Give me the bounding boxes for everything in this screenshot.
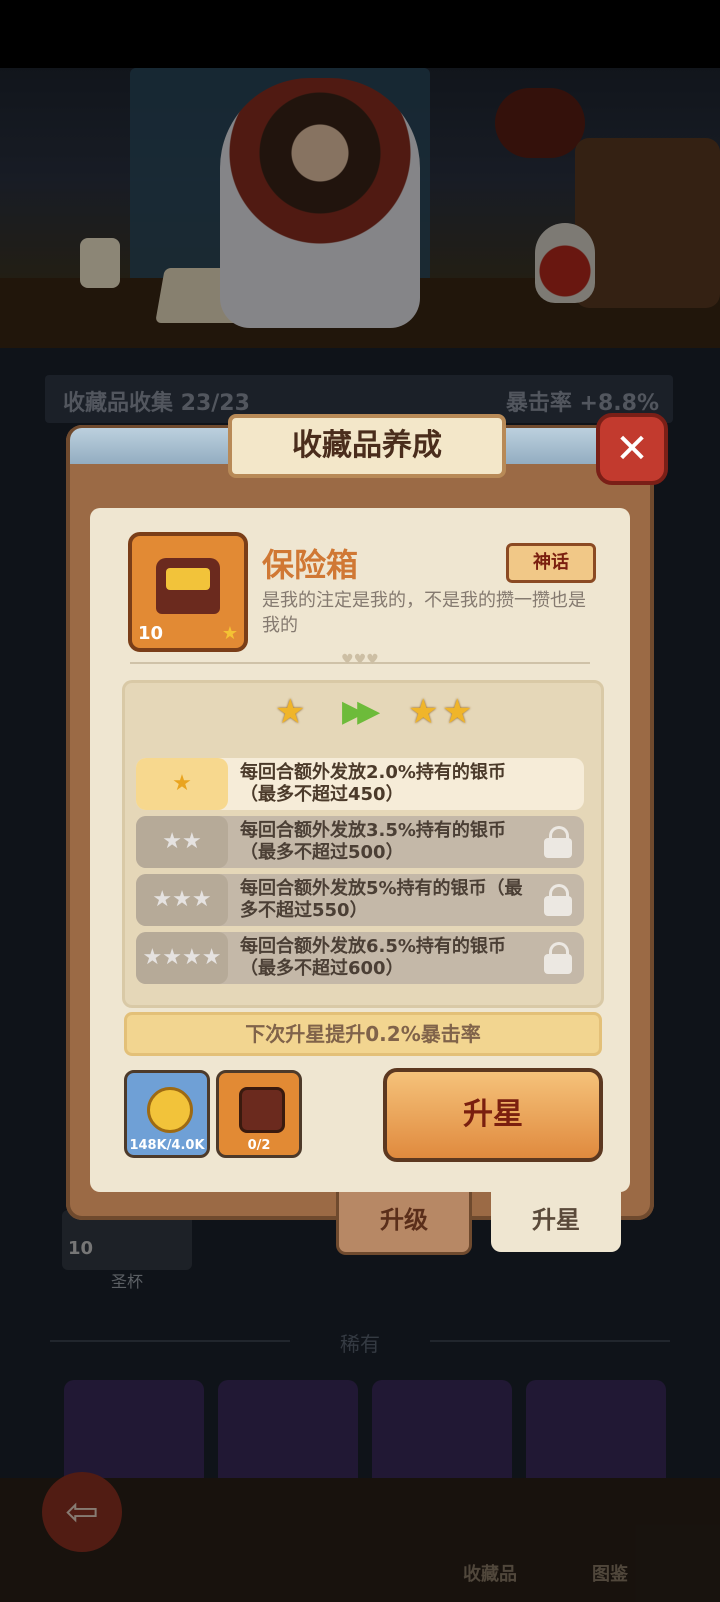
modal-title: 收藏品养成 bbox=[228, 414, 506, 478]
star-level-icon: ★★ bbox=[136, 816, 228, 868]
next-star-icon: ★ bbox=[442, 692, 473, 732]
tab-upgrade[interactable]: 升级 bbox=[336, 1192, 472, 1255]
star-effect-row[interactable]: ★★ 每回合额外发放3.5%持有的银币（最多不超过500） bbox=[136, 816, 584, 868]
star-effect-text: 每回合额外发放3.5%持有的银币（最多不超过500） bbox=[240, 820, 506, 863]
item-icon: 10 ★ bbox=[128, 532, 248, 652]
star-effect-row[interactable]: ★★★ 每回合额外发放5%持有的银币（最多不超过550） bbox=[136, 874, 584, 926]
divider-ornament: ♥♥♥ bbox=[341, 652, 379, 668]
next-star-icon: ★ bbox=[408, 692, 439, 732]
rarity-badge: 神话 bbox=[506, 543, 596, 583]
cost-safe-box[interactable]: 0/2 bbox=[216, 1070, 302, 1158]
close-icon[interactable]: ✕ bbox=[596, 413, 668, 485]
star-effect-row[interactable]: ★ 每回合额外发放2.0%持有的银币（最多不超过450） bbox=[136, 758, 584, 810]
double-arrow-icon: ▶▶ bbox=[342, 694, 380, 729]
current-star-icon: ★ bbox=[275, 692, 306, 732]
lock-icon bbox=[544, 826, 572, 858]
star-level-icon: ★★★ bbox=[136, 874, 228, 926]
star-effect-text: 每回合额外发放5%持有的银币（最多不超过550） bbox=[240, 878, 523, 921]
upstar-button[interactable]: 升星 bbox=[383, 1068, 603, 1162]
safe-box-icon bbox=[239, 1087, 285, 1133]
star-level-icon: ★ bbox=[136, 758, 228, 810]
next-bonus-text: 下次升星提升0.2%暴击率 bbox=[124, 1012, 602, 1056]
cost-silver-coin[interactable]: 148K/4.0K bbox=[124, 1070, 210, 1158]
item-description: 是我的注定是我的，不是我的攒一攒也是我的 bbox=[262, 590, 586, 636]
cost-amount: 0/2 bbox=[247, 1138, 271, 1153]
status-bar bbox=[0, 0, 720, 68]
item-name: 保险箱 bbox=[262, 546, 359, 584]
lock-icon bbox=[544, 884, 572, 916]
gold-bars-icon bbox=[166, 568, 210, 590]
coin-icon bbox=[147, 1087, 193, 1133]
tab-upstar[interactable]: 升星 bbox=[491, 1192, 621, 1252]
lock-icon bbox=[544, 942, 572, 974]
star-effect-text: 每回合额外发放2.0%持有的银币（最多不超过450） bbox=[240, 762, 506, 805]
cost-amount: 148K/4.0K bbox=[129, 1138, 205, 1153]
star-level-icon: ★★★★ bbox=[136, 932, 228, 984]
star-effect-text: 每回合额外发放6.5%持有的银币（最多不超过600） bbox=[240, 936, 506, 979]
item-level: 10 bbox=[138, 623, 164, 644]
star-effect-row[interactable]: ★★★★ 每回合额外发放6.5%持有的银币（最多不超过600） bbox=[136, 932, 584, 984]
star-icon: ★ bbox=[221, 623, 238, 644]
